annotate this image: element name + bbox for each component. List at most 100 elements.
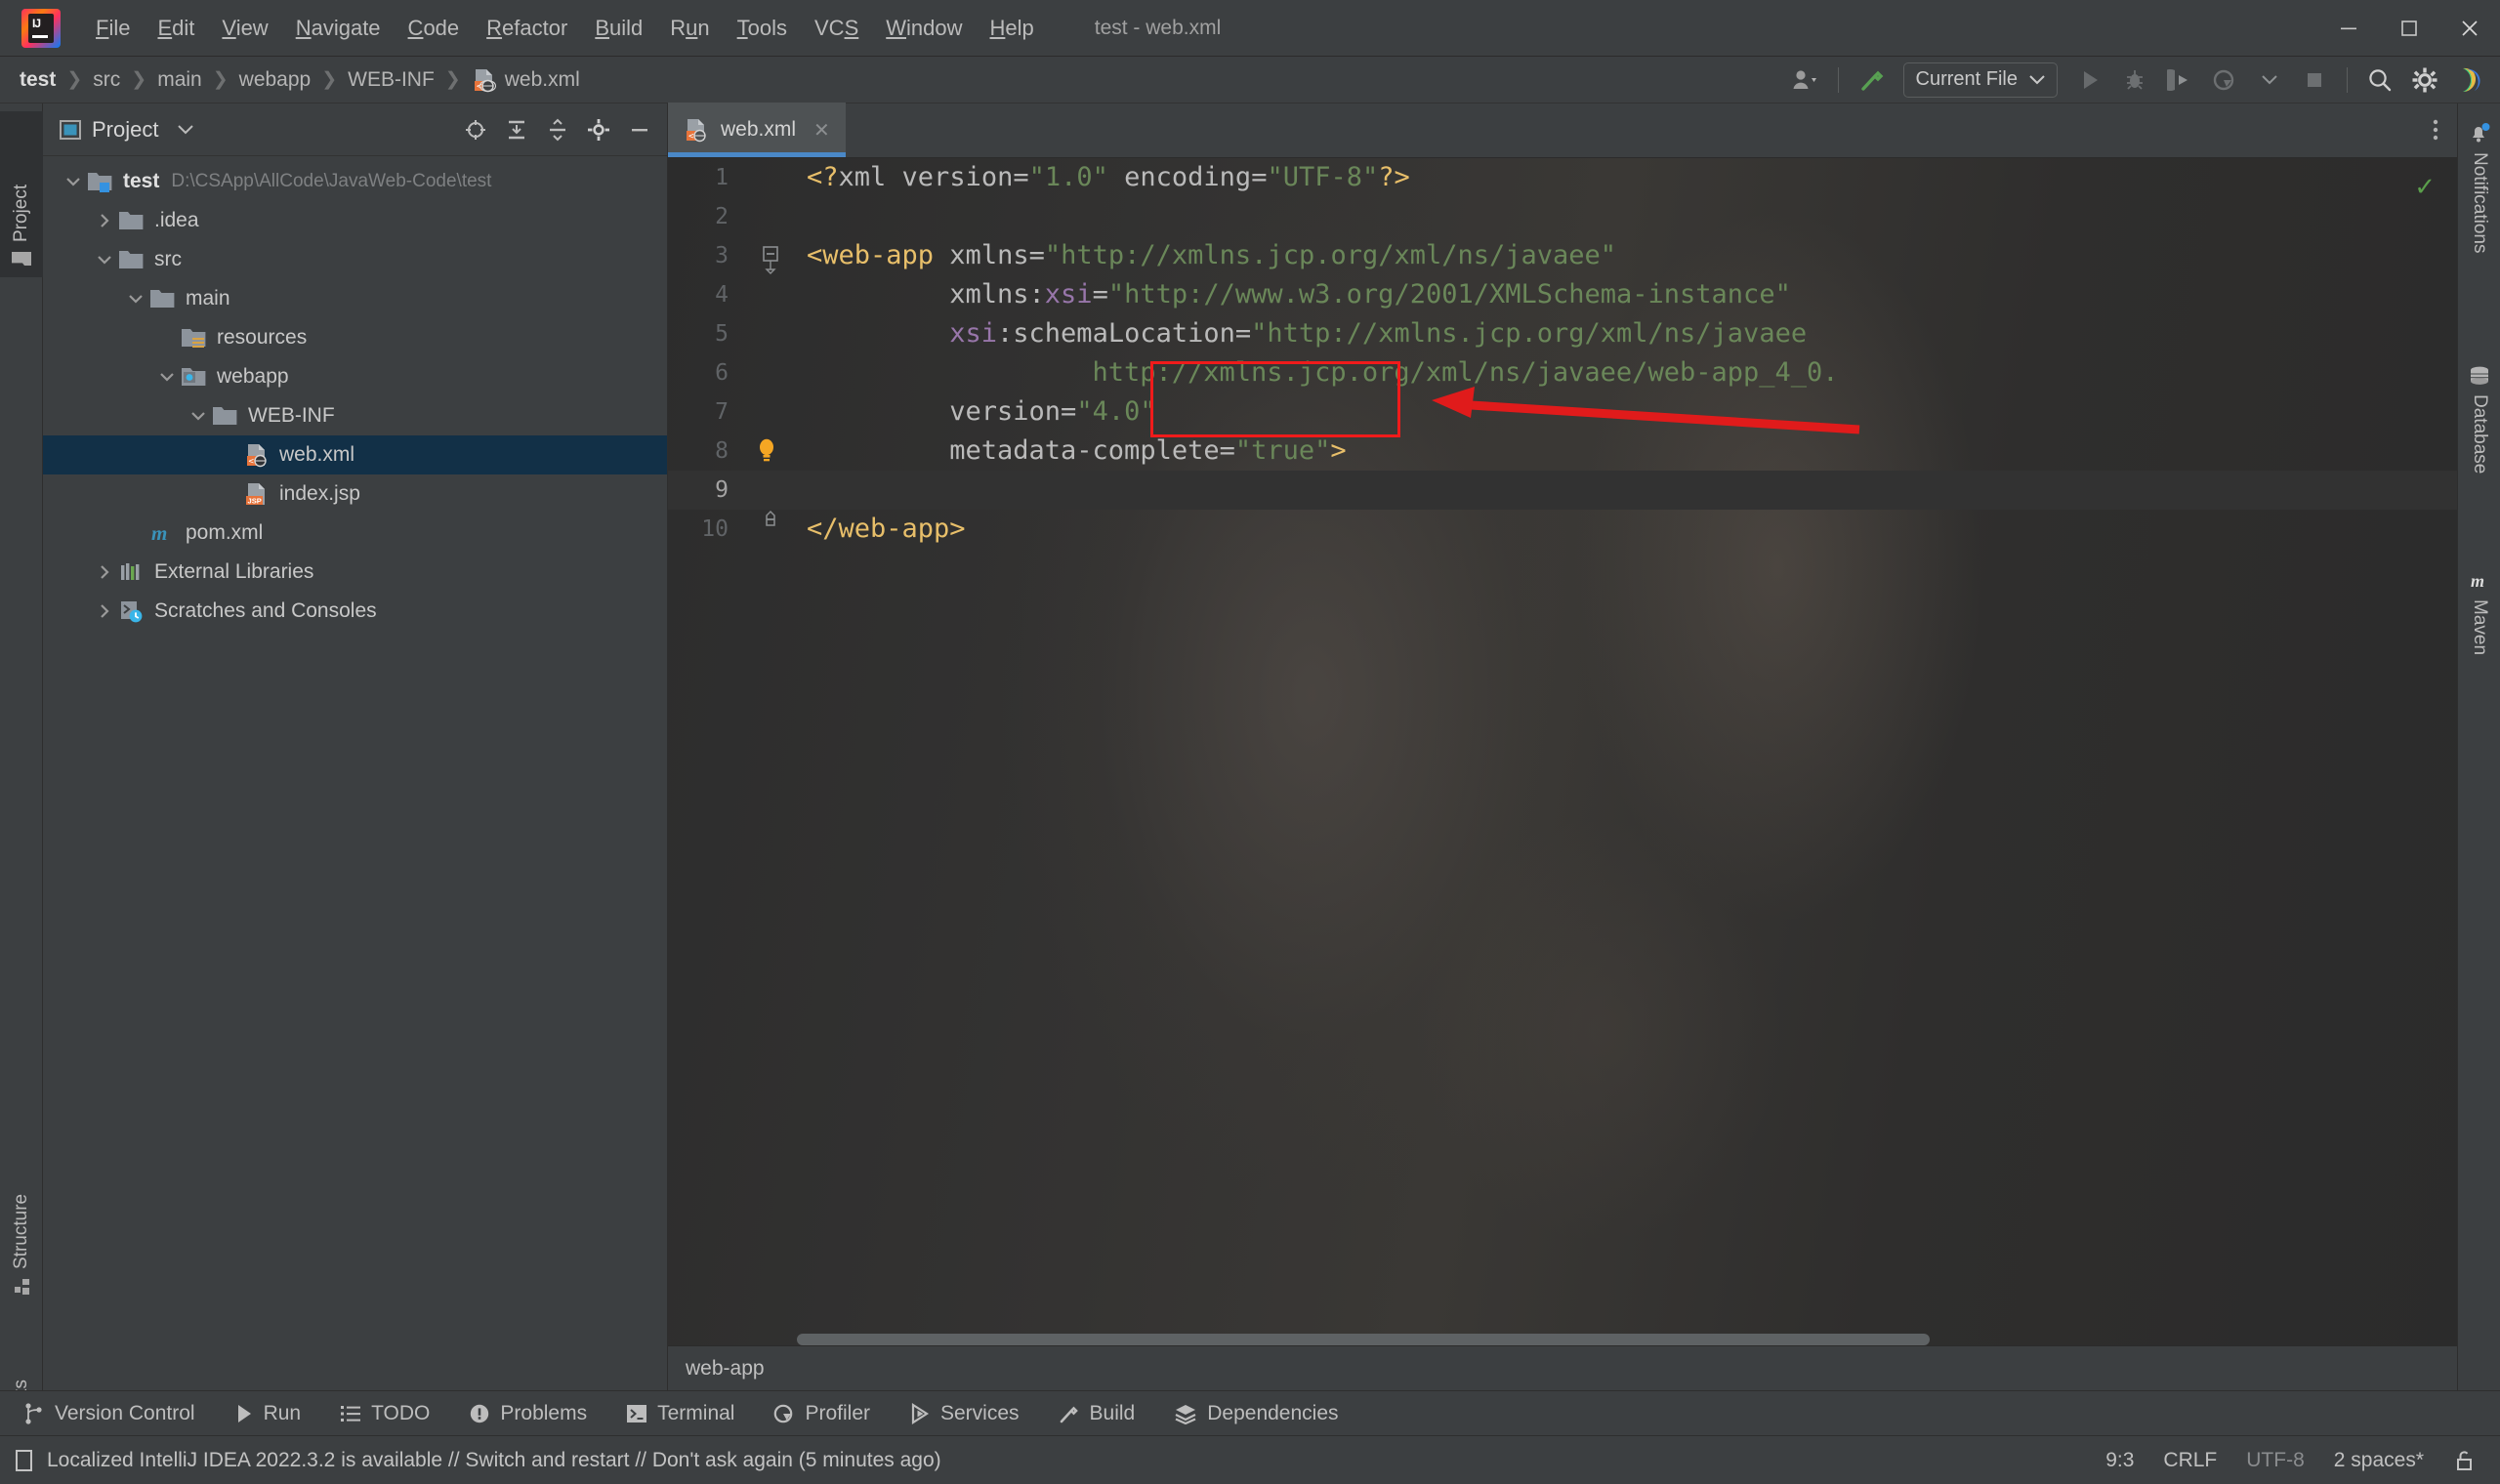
horizontal-scrollbar[interactable] (797, 1334, 2439, 1345)
stop-icon[interactable] (2294, 61, 2335, 100)
chevron-down-icon[interactable] (178, 124, 194, 135)
bottom-tab-terminal[interactable]: Terminal (610, 1398, 750, 1429)
tree-item-idea[interactable]: .idea (43, 201, 667, 240)
file-encoding[interactable]: UTF-8 (2246, 1449, 2305, 1472)
tree-item-web-xml[interactable]: < web.xml (43, 435, 667, 474)
menu-tools[interactable]: Tools (724, 12, 801, 45)
tree-item-index-jsp[interactable]: JSP index.jsp (43, 474, 667, 514)
tree-item-external-libraries[interactable]: External Libraries (43, 553, 667, 592)
line-separator[interactable]: CRLF (2163, 1449, 2217, 1472)
ide-assistant-icon[interactable] (2449, 61, 2490, 100)
chevron-down-icon[interactable] (186, 410, 211, 422)
gutter-line-6[interactable]: 6 (668, 353, 797, 392)
menu-vcs[interactable]: VCS (801, 12, 872, 45)
build-hammer-icon[interactable] (1851, 61, 1892, 100)
gutter-line-1[interactable]: 1 (668, 158, 797, 197)
bottom-tab-run[interactable]: Run (219, 1398, 317, 1429)
tab-web-xml[interactable]: < web.xml ✕ (668, 103, 846, 157)
code-fold-open-icon[interactable] (760, 236, 781, 275)
run-icon[interactable] (2069, 61, 2110, 100)
code-content[interactable]: <?xml version="1.0" encoding="UTF-8"?> <w… (797, 158, 2457, 1390)
menu-view[interactable]: View (208, 12, 281, 45)
sidebar-item-structure[interactable]: Structure (0, 1119, 43, 1304)
menu-edit[interactable]: Edit (144, 12, 208, 45)
menu-file[interactable]: File (82, 12, 144, 45)
scrollbar-thumb[interactable] (797, 1334, 1930, 1345)
code-fold-close-icon[interactable] (760, 510, 781, 549)
editor-gutter[interactable]: 1 2 3 4 5 6 7 8 9 10 (668, 158, 797, 1390)
breadcrumb-item-0[interactable]: test (14, 66, 62, 94)
sidebar-item-project[interactable]: Project (0, 111, 43, 277)
user-profile-icon[interactable] (1785, 61, 1826, 100)
close-icon[interactable] (2439, 0, 2500, 57)
bottom-tab-build[interactable]: Build (1043, 1398, 1151, 1429)
search-everywhere-icon[interactable] (2359, 61, 2400, 100)
gutter-line-5[interactable]: 5 (668, 314, 797, 353)
bottom-tab-services[interactable]: Services (894, 1398, 1035, 1429)
run-with-coverage-icon[interactable] (2159, 61, 2200, 100)
gutter-line-4[interactable]: 4 (668, 275, 797, 314)
chevron-down-icon[interactable] (123, 293, 148, 305)
tree-item-test[interactable]: test D:\CSApp\AllCode\JavaWeb-Code\test (43, 162, 667, 201)
sidebar-item-database[interactable]: Database (2458, 357, 2500, 543)
code-editor[interactable]: 1 2 3 4 5 6 7 8 9 10 <?xml version="1.0" encoding… (668, 158, 2457, 1390)
caret-position[interactable]: 9:3 (2105, 1449, 2134, 1472)
bottom-tab-dependencies[interactable]: Dependencies (1158, 1398, 1354, 1429)
debug-icon[interactable] (2114, 61, 2155, 100)
bottom-tab-todo[interactable]: TODO (324, 1398, 445, 1429)
gutter-line-9[interactable]: 9 (668, 471, 797, 510)
chevron-right-icon[interactable] (92, 213, 117, 228)
bottom-tab-profiler[interactable]: Profiler (758, 1398, 886, 1429)
breadcrumb-item-4[interactable]: WEB-INF (342, 66, 440, 94)
tree-item-pom-xml[interactable]: m pom.xml (43, 514, 667, 553)
intention-bulb-icon[interactable] (754, 436, 779, 466)
breadcrumb-item-2[interactable]: main (151, 66, 208, 94)
expand-all-icon[interactable] (497, 110, 536, 149)
menu-refactor[interactable]: Refactor (473, 12, 581, 45)
gutter-line-10[interactable]: 10 (668, 510, 797, 549)
unlocked-padlock-icon[interactable] (2453, 1449, 2475, 1472)
tree-item-webapp[interactable]: webapp (43, 357, 667, 396)
minimize-icon[interactable] (2318, 0, 2379, 57)
breadcrumb-item-1[interactable]: src (87, 66, 126, 94)
tree-item-web-inf[interactable]: WEB-INF (43, 396, 667, 435)
breadcrumb-item-5[interactable]: < web.xml (466, 65, 586, 95)
collapse-all-icon[interactable] (538, 110, 577, 149)
chevron-down-icon[interactable] (154, 371, 180, 383)
indent-setting[interactable]: 2 spaces* (2334, 1449, 2424, 1472)
close-icon[interactable]: ✕ (813, 118, 830, 143)
profiler-icon[interactable] (2204, 61, 2245, 100)
run-configuration-selector[interactable]: Current File (1902, 62, 2058, 98)
menu-code[interactable]: Code (395, 12, 474, 45)
chevron-down-icon[interactable] (2249, 61, 2290, 100)
maximize-icon[interactable] (2379, 0, 2439, 57)
bottom-tab-problems[interactable]: Problems (453, 1398, 603, 1429)
settings-gear-icon[interactable] (579, 110, 618, 149)
settings-gear-icon[interactable] (2404, 61, 2445, 100)
gutter-line-7[interactable]: 7 (668, 392, 797, 432)
tree-item-resources[interactable]: resources (43, 318, 667, 357)
tree-item-main[interactable]: main (43, 279, 667, 318)
sidebar-item-maven[interactable]: m Maven (2458, 562, 2500, 728)
menu-run[interactable]: Run (656, 12, 723, 45)
chevron-right-icon[interactable] (92, 564, 117, 580)
breadcrumb-item-3[interactable]: webapp (233, 66, 317, 94)
tree-item-scratches-and-consoles[interactable]: Scratches and Consoles (43, 592, 667, 631)
chevron-down-icon[interactable] (61, 176, 86, 187)
status-message[interactable]: Localized IntelliJ IDEA 2022.3.2 is avai… (14, 1449, 941, 1472)
select-opened-file-icon[interactable] (456, 110, 495, 149)
menu-help[interactable]: Help (977, 12, 1048, 45)
chevron-down-icon[interactable] (92, 254, 117, 266)
menu-navigate[interactable]: Navigate (282, 12, 395, 45)
hide-panel-icon[interactable] (620, 110, 659, 149)
sidebar-item-notifications[interactable]: Notifications (2458, 113, 2500, 333)
menu-window[interactable]: Window (872, 12, 976, 45)
more-options-icon[interactable] (2414, 103, 2457, 157)
menu-build[interactable]: Build (581, 12, 656, 45)
chevron-right-icon[interactable] (92, 603, 117, 619)
bottom-tab-version-control[interactable]: Version Control (8, 1398, 211, 1429)
tree-item-src[interactable]: src (43, 240, 667, 279)
gutter-line-8[interactable]: 8 (668, 432, 797, 471)
gutter-line-3[interactable]: 3 (668, 236, 797, 275)
gutter-line-2[interactable]: 2 (668, 197, 797, 236)
